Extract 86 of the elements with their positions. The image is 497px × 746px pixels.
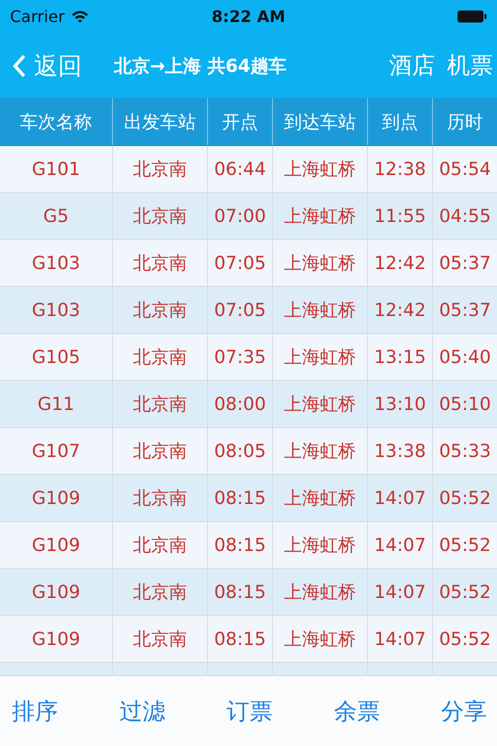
toolbar-button[interactable]: 订票: [226, 696, 272, 726]
table-cell: 北京南: [113, 616, 208, 662]
table-cell: 北京南: [113, 287, 208, 333]
table-cell-text: 05:37: [438, 252, 492, 276]
table-cell-text: 05:54: [438, 158, 492, 182]
table-cell: 北京南: [113, 334, 208, 380]
clock-time: 8:22 AM: [210, 7, 286, 26]
table-cell-text: 05:52: [438, 486, 492, 510]
table-cell: 14:07: [368, 522, 433, 568]
table-cell: 北京南: [113, 569, 208, 615]
back-button[interactable]: 返回: [12, 50, 82, 82]
table-cell: G101: [0, 146, 113, 192]
column-header: 历时: [446, 110, 484, 134]
table-cell: G109: [0, 475, 113, 521]
table-cell: 上海虹桥: [273, 616, 368, 662]
toolbar-button[interactable]: 余票: [334, 696, 380, 726]
table-cell: 07:35: [208, 334, 273, 380]
table-cell-text: 05:52: [438, 580, 492, 604]
chevron-left-icon: [12, 54, 26, 78]
table-cell: 08:15: [208, 616, 273, 662]
table-cell: G5: [0, 193, 113, 239]
table-cell-text: 05:52: [438, 534, 492, 558]
table-cell: 08:05: [208, 428, 273, 474]
column-header: 到达车站: [273, 98, 368, 145]
table-cell: 上海虹桥: [273, 428, 368, 474]
table-cell: 07:00: [208, 193, 273, 239]
table-cell: G107: [0, 428, 113, 474]
table-cell: G109: [0, 569, 113, 615]
toolbar-button[interactable]: 排序: [12, 696, 58, 726]
table-cell: 上海虹桥: [273, 287, 368, 333]
column-header: 出发车站: [113, 98, 208, 145]
table-cell: G109: [0, 522, 113, 568]
column-header: 到点: [368, 98, 433, 145]
table-cell: 13:38: [368, 428, 433, 474]
table-cell: 08:00: [208, 381, 273, 427]
table-cell: G109: [0, 616, 113, 662]
table-cell-text: 05:33: [438, 440, 492, 464]
table-cell: 13:15: [368, 334, 433, 380]
table-cell-text: 05:52: [438, 628, 492, 652]
nav-title: 北京→上海 共64趟车: [114, 54, 286, 78]
table-cell: 上海虹桥: [273, 193, 368, 239]
table-cell: G105: [0, 334, 113, 380]
table-cell: 北京南: [113, 522, 208, 568]
table-cell: 上海虹桥: [273, 381, 368, 427]
table-cell: 上海虹桥: [273, 240, 368, 286]
table-cell: 08:15: [208, 569, 273, 615]
column-header: 车次名称: [0, 98, 113, 145]
table-cell: 06:44: [208, 146, 273, 192]
table-cell: 08:15: [208, 475, 273, 521]
table-cell: 上海虹桥: [273, 334, 368, 380]
table-cell: 上海虹桥: [273, 569, 368, 615]
table-cell: 07:05: [208, 240, 273, 286]
table-cell-text: 04:55: [438, 204, 492, 228]
table-cell: 12:42: [368, 240, 433, 286]
table-cell-text: 05:37: [438, 298, 492, 322]
table-cell: 北京南: [113, 475, 208, 521]
table-cell-text: 05:10: [438, 392, 492, 416]
table-cell: 07:05: [208, 287, 273, 333]
table-cell: G103: [0, 240, 113, 286]
table-cell: 北京南: [113, 146, 208, 192]
table-cell: 13:10: [368, 381, 433, 427]
table-cell: 12:42: [368, 287, 433, 333]
column-header: 开点: [208, 98, 273, 145]
table-cell: 北京南: [113, 240, 208, 286]
table-cell: 北京南: [113, 193, 208, 239]
table-cell: 北京南: [113, 428, 208, 474]
table-cell: 上海虹桥: [273, 475, 368, 521]
battery-icon: [457, 10, 487, 23]
table-cell: 12:38: [368, 146, 433, 192]
toolbar-button[interactable]: 过滤: [119, 696, 166, 726]
table-cell: 上海虹桥: [273, 146, 368, 192]
nav-action-button[interactable]: 酒店: [389, 50, 435, 81]
table-cell: 11:55: [368, 193, 433, 239]
table-cell: 14:07: [368, 616, 433, 662]
table-cell-text: 05:40: [438, 346, 492, 370]
nav-action-button[interactable]: 机票: [447, 50, 493, 81]
table-cell: 08:15: [208, 522, 273, 568]
wifi-icon: [70, 10, 89, 23]
table-cell: 14:07: [368, 569, 433, 615]
toolbar-button[interactable]: 分享: [441, 696, 487, 726]
table-cell: 14:07: [368, 475, 433, 521]
table-cell: 上海虹桥: [273, 522, 368, 568]
carrier-label: Carrier: [10, 7, 65, 26]
table-cell: 北京南: [113, 381, 208, 427]
table-cell: G103: [0, 287, 113, 333]
table-cell: G11: [0, 381, 113, 427]
